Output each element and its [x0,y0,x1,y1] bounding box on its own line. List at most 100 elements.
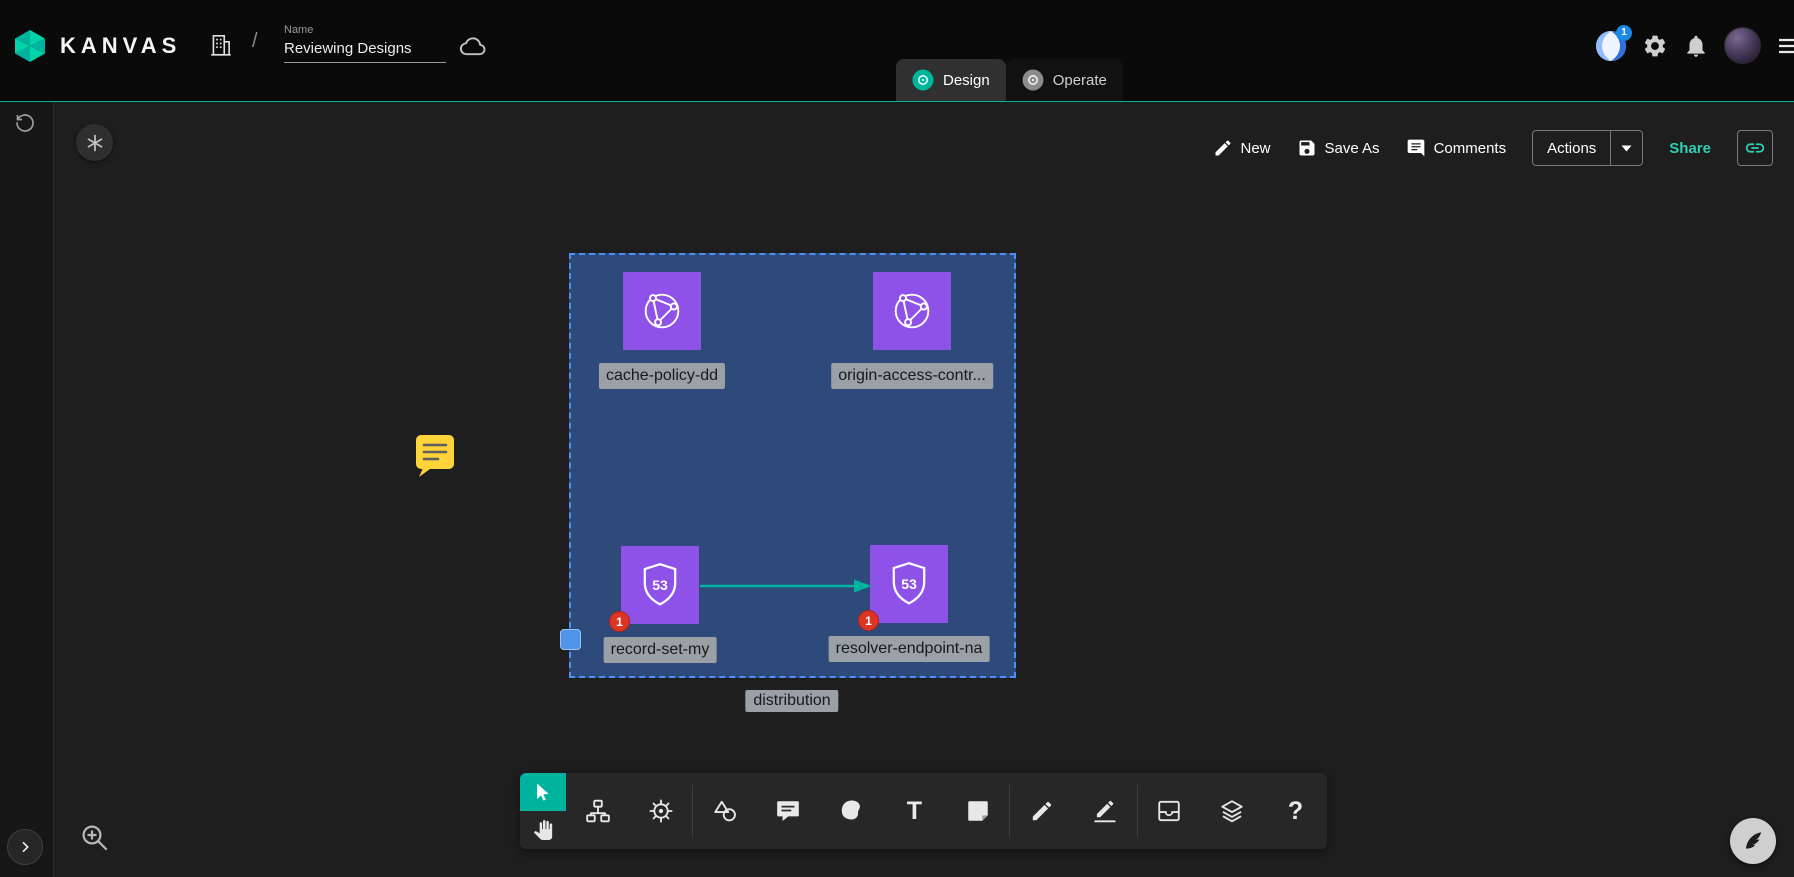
comment-note-icon [414,433,456,479]
assistant-button[interactable] [1730,818,1776,864]
layers-icon [1219,798,1245,824]
user-avatar[interactable] [1724,27,1761,64]
operate-mode-icon [1022,69,1044,91]
blob-shape-icon [838,798,864,824]
pencil-icon [1213,138,1233,158]
node-label: cache-policy-dd [599,363,725,389]
link-icon [1744,137,1766,159]
new-design-button[interactable]: New [1213,138,1271,158]
text-tool[interactable]: T [883,773,946,849]
kanvas-logo[interactable]: KANVAS [12,28,181,64]
node-label: resolver-endpoint-na [829,636,990,662]
tab-design[interactable]: Design [896,59,1006,101]
origin-access-control-icon [873,272,951,350]
shield-number: 53 [901,576,917,592]
comments-button[interactable]: Comments [1406,138,1507,158]
edit-tool[interactable] [1010,773,1073,849]
kanvas-app: KANVAS / Name [0,0,1794,877]
left-rail [0,102,54,877]
sitemap-icon [585,798,611,824]
logo-wordmark: KANVAS [60,33,181,59]
widgets-button[interactable] [76,124,113,161]
tool-dock: T [520,773,1327,849]
magnifier-plus-icon [78,821,110,853]
notifications-button[interactable] [1683,33,1709,59]
actions-caret-button[interactable] [1611,131,1642,165]
breadcrumb-separator: / [252,30,258,53]
kubernetes-tool[interactable] [629,773,692,849]
share-button[interactable]: Share [1669,140,1711,157]
globe-network-icon [635,284,689,338]
comment-icon [1406,138,1426,158]
provider-count-badge: 1 [1616,25,1632,41]
route53-record-set-icon: 53 [621,546,699,624]
tab-operate[interactable]: Operate [1006,59,1123,101]
hand-icon [533,820,553,840]
expand-rail-button[interactable] [7,829,43,865]
comments-label: Comments [1434,140,1507,157]
cursor-icon [533,781,553,803]
header-right-cluster: 1 [1595,27,1794,64]
comment-bubble-icon [775,798,801,824]
pencil-underline-icon [1092,798,1118,824]
route53-shield-icon: 53 [882,557,936,611]
select-tool[interactable] [520,773,566,811]
edge-record-set-to-resolver[interactable] [696,573,876,599]
save-status-cloud-button[interactable] [458,31,488,61]
text-tool-glyph: T [907,797,922,826]
zoom-button[interactable] [78,821,110,856]
design-name-field: Name [284,24,446,63]
node-label: origin-access-contr... [831,363,993,389]
copy-link-button[interactable] [1737,130,1773,166]
inbox-drawer-icon [1156,798,1182,824]
draw-tool[interactable] [1073,773,1136,849]
bell-icon [1683,33,1709,59]
canvas-toolbar: New Save As Comments Actions Share [1213,130,1774,166]
floppy-icon [1297,138,1317,158]
history-button[interactable] [13,110,37,137]
save-as-button[interactable]: Save As [1297,138,1380,158]
flower-asterisk-icon [85,133,105,153]
dock-pointer-tools [520,773,566,849]
node-cache-policy[interactable]: cache-policy-dd [623,272,701,350]
helm-wheel-icon [648,798,674,824]
save-as-label: Save As [1325,140,1380,157]
comment-tool[interactable] [757,773,820,849]
node-origin-access-control[interactable]: origin-access-contr... [873,272,951,350]
drawer-tool[interactable] [1138,773,1201,849]
header-menu-button[interactable] [1776,33,1794,59]
comment-marker[interactable] [414,433,456,482]
kanvas-logo-icon [12,28,48,64]
selection-group-distribution[interactable]: cache-policy-dd origin-access-contr... [569,253,1016,678]
flowchart-tool[interactable] [566,773,629,849]
organization-button[interactable] [208,32,234,58]
shapes-tool[interactable] [693,773,756,849]
quill-icon [1740,828,1766,854]
shapes-icon [712,798,738,824]
pan-tool[interactable] [520,811,566,849]
node-resolver-endpoint[interactable]: 53 1 resolver-endpoint-na [870,545,948,623]
provider-avatar[interactable]: 1 [1595,30,1627,62]
help-glyph: ? [1288,797,1303,826]
name-field-label: Name [284,24,446,36]
building-icon [208,32,234,58]
hamburger-icon [1776,33,1794,59]
chevron-down-icon [1621,145,1632,152]
note-tool[interactable] [946,773,1009,849]
error-count-badge: 1 [858,610,879,631]
design-name-input[interactable] [284,38,446,63]
shield-number: 53 [652,577,668,593]
tab-operate-label: Operate [1053,72,1107,89]
route53-shield-icon: 53 [633,558,687,612]
layers-tool[interactable] [1201,773,1264,849]
tab-design-label: Design [943,72,990,89]
actions-dropdown[interactable]: Actions [1532,130,1643,166]
chevron-right-icon [17,839,33,855]
node-record-set[interactable]: 53 1 record-set-my [621,546,699,624]
group-handle[interactable] [560,629,581,650]
error-count-badge: 1 [609,611,630,632]
settings-button[interactable] [1642,33,1668,59]
top-bar: KANVAS / Name [0,0,1794,102]
help-tool[interactable]: ? [1264,773,1327,849]
sticker-tool[interactable] [820,773,883,849]
